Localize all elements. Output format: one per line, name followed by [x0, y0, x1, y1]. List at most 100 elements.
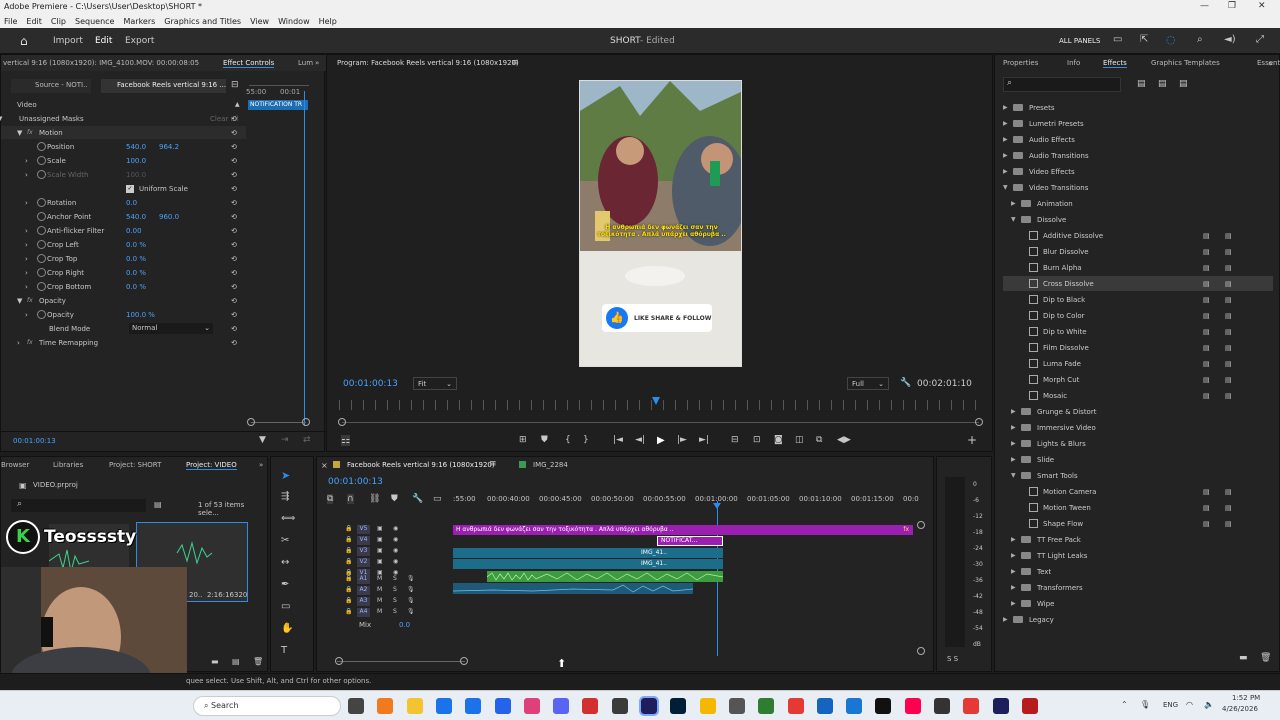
tab-effect-controls[interactable]: Effect Controls	[223, 59, 275, 68]
timeline-ruler[interactable]: :55:00 00:00:40:00 00:00:45:00 00:00:50:00 0…	[453, 495, 923, 507]
lock-icon[interactable]: 🔒	[345, 575, 352, 582]
lock-icon[interactable]: 🔒	[345, 597, 352, 604]
chevron-right-icon[interactable]: ▶	[1011, 424, 1021, 431]
tab-export[interactable]: Export	[125, 36, 154, 46]
delete-icon[interactable]: 🗑	[253, 657, 263, 666]
effects-item[interactable]: Dip to Black ▤ ▤	[1003, 292, 1273, 307]
reset-icon[interactable]: ⟲	[231, 255, 237, 263]
playhead-head[interactable]	[713, 503, 721, 509]
restore-icon[interactable]: ❐	[1228, 1, 1236, 11]
accelerated-icon[interactable]: ▤	[1137, 79, 1146, 89]
selection-tool-icon[interactable]: ➤	[281, 469, 290, 482]
program-menu-icon[interactable]: ≡	[511, 58, 519, 68]
uniform-scale[interactable]: ✓ Uniform Scale ⟲	[1, 182, 246, 195]
mic-icon[interactable]: 🎙	[407, 597, 415, 604]
zoom-handle-right[interactable]	[302, 418, 310, 426]
tab-browser[interactable]: Browser	[1, 461, 29, 469]
stopwatch-icon[interactable]	[37, 240, 46, 249]
eye-icon[interactable]: ◉	[393, 525, 398, 532]
param-value-y[interactable]: 964.2	[159, 143, 179, 151]
reset-icon[interactable]: ⟲	[231, 199, 237, 207]
chevron-right-icon[interactable]: ▶	[1003, 104, 1013, 111]
solo-icon[interactable]: S	[393, 597, 397, 604]
effects-folder[interactable]: ▶ Legacy	[1003, 612, 1273, 627]
anchor-param[interactable]: Anchor Point 540.0 960.0 ⟲	[1, 210, 246, 223]
reset-icon[interactable]: ⟲	[231, 115, 237, 123]
mix-value[interactable]: 0.0	[399, 621, 410, 629]
v1-clip-group[interactable]: IMG_41..	[453, 559, 723, 569]
tab-info[interactable]: Info	[1067, 59, 1080, 67]
panel-more-icon[interactable]: »	[259, 461, 263, 469]
reset-icon[interactable]: ⟲	[231, 283, 237, 291]
export-frame-icon[interactable]: ⇱	[1140, 34, 1148, 45]
yuv-icon[interactable]: ▤	[1179, 79, 1188, 89]
reset-icon[interactable]: ⟲	[231, 241, 237, 249]
expand-arrow-icon[interactable]: ›	[25, 311, 28, 319]
close-tab-icon[interactable]: ×	[321, 461, 328, 470]
chevron-right-icon[interactable]: ▶	[1011, 456, 1021, 463]
track-label[interactable]: A4	[357, 608, 370, 617]
vscroll-handle[interactable]	[917, 521, 925, 529]
track-header[interactable]: 🔒 V4 ▣ ◉	[345, 536, 449, 546]
param-value[interactable]: 0.0 %	[126, 241, 146, 249]
chevron-right-icon[interactable]: ▶	[1011, 552, 1021, 559]
track-label[interactable]: V3	[357, 547, 370, 556]
effects-folder[interactable]: ▼ Video Transitions	[1003, 180, 1273, 195]
edge-icon[interactable]	[465, 698, 482, 714]
tab-import[interactable]: Import	[53, 36, 83, 46]
mute-icon[interactable]: M	[377, 575, 382, 582]
stopwatch-icon[interactable]	[37, 268, 46, 277]
expand-arrow-icon[interactable]: ›	[25, 227, 28, 235]
fx-toggle-icon[interactable]: fx	[27, 129, 33, 136]
media-icon[interactable]	[582, 698, 599, 714]
effects-item[interactable]: Shape Flow ▤ ▤	[1003, 516, 1273, 531]
mute-icon[interactable]: M	[377, 586, 382, 593]
language-indicator[interactable]: ENG	[1163, 701, 1178, 709]
clip-bar[interactable]: NOTIFICATION TR	[248, 100, 308, 110]
reset-icon[interactable]: ⟲	[231, 185, 237, 193]
tab-lumetri[interactable]: Lum	[298, 59, 313, 67]
solo-icon[interactable]: S	[393, 575, 397, 582]
param-value[interactable]: 0.0 %	[126, 269, 146, 277]
mute-icon[interactable]: M	[377, 597, 382, 604]
wrench-icon[interactable]: 🔧	[900, 378, 911, 388]
minimize-icon[interactable]: —	[1200, 1, 1209, 11]
reset-icon[interactable]: ⟲	[231, 297, 237, 305]
tab-properties[interactable]: Properties	[1003, 59, 1038, 67]
menu-item-sequence[interactable]: Sequence	[75, 17, 114, 26]
antiflicker-param[interactable]: › Anti-flicker Filter 0.00 ⟲	[1, 224, 246, 237]
time-remapping[interactable]: › fx Time Remapping ⟲	[1, 336, 246, 349]
copilot-icon[interactable]	[377, 698, 394, 714]
calendar-icon[interactable]	[816, 698, 833, 714]
lock-icon[interactable]: 🔒	[345, 586, 352, 593]
expand-arrow-icon[interactable]: ▼	[0, 115, 2, 123]
track-label[interactable]: V2	[357, 558, 370, 567]
mail-icon[interactable]	[846, 698, 863, 714]
panel-more-icon[interactable]: »	[315, 59, 319, 67]
opera-icon[interactable]	[963, 698, 980, 714]
fx-toggle-icon[interactable]: fx	[27, 297, 33, 304]
expand-arrow-icon[interactable]: ›	[25, 157, 28, 165]
vscroll-handle[interactable]	[917, 647, 925, 655]
param-value[interactable]: 540.0	[126, 213, 146, 221]
pen-icon[interactable]: ✒	[281, 579, 289, 590]
scroll-handle-left[interactable]	[335, 657, 343, 665]
photos-icon[interactable]	[523, 698, 540, 714]
tab-sequence-img[interactable]: IMG_2284	[533, 461, 568, 469]
all-panels-button[interactable]: ALL PANELS	[1059, 37, 1100, 45]
effects-folder[interactable]: ▶ Immersive Video	[1003, 420, 1273, 435]
expand-arrow-icon[interactable]: ▼	[17, 297, 22, 305]
photoshop-icon[interactable]	[670, 698, 687, 714]
captions-icon[interactable]: ▭	[433, 494, 442, 504]
v2-clip-group[interactable]: IMG_41..	[453, 548, 723, 558]
effects-item[interactable]: Motion Tween ▤ ▤	[1003, 500, 1273, 515]
search-icon[interactable]: ⌕	[1197, 34, 1203, 45]
video-frame[interactable]: Η ανθρωπιά δεν φωνάζει σαν την τοξικότητ…	[579, 80, 742, 367]
acrobat-icon[interactable]	[1021, 698, 1038, 714]
add-button-icon[interactable]: +	[967, 433, 977, 447]
effects-folder[interactable]: ▶ Animation	[1003, 196, 1273, 211]
chevron-right-icon[interactable]: ▶	[1003, 616, 1013, 623]
ripple-edit-icon[interactable]: ⟺	[281, 513, 295, 524]
track-label[interactable]: V4	[357, 536, 370, 545]
export-icon[interactable]: ⇥	[281, 435, 289, 445]
